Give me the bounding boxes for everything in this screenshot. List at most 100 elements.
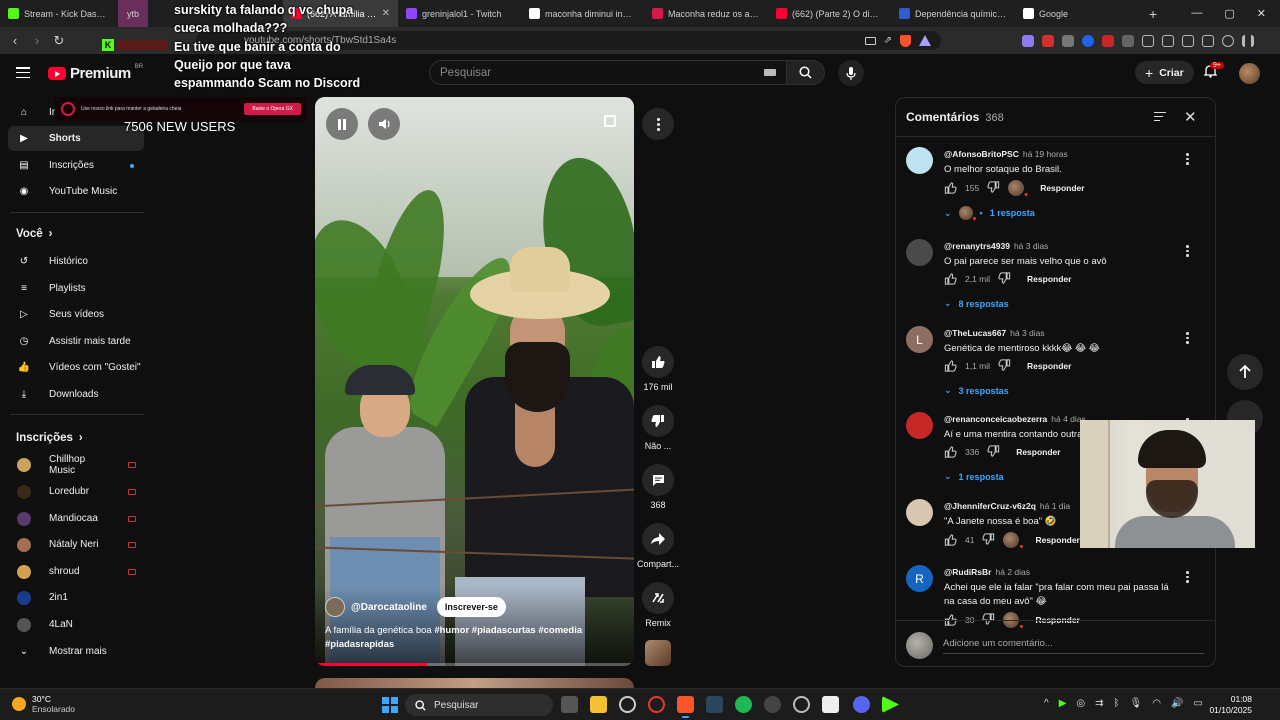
volume-button[interactable]	[368, 108, 400, 140]
volume-icon[interactable]: 🔊	[1171, 698, 1183, 709]
menu-icon[interactable]	[1242, 34, 1254, 47]
extension-icon[interactable]	[1082, 34, 1094, 47]
weather-widget[interactable]: 30°C Ensolarado	[12, 694, 75, 714]
sidebar-item[interactable]: ▷ Seus vídeos	[8, 302, 144, 327]
view-replies-button[interactable]: ⌄ 8 respostas	[944, 298, 1009, 309]
sort-icon[interactable]	[1154, 112, 1166, 122]
thumbs-down-icon[interactable]	[982, 533, 995, 547]
subscriptions-section-header[interactable]: Inscrições ›	[16, 432, 83, 444]
commenter-avatar[interactable]: R	[906, 565, 933, 592]
brave-shield-icon[interactable]	[900, 34, 911, 47]
reload-icon[interactable]: ↻	[48, 33, 70, 49]
subscription-item[interactable]: 2in1	[8, 585, 144, 610]
bluetooth-icon[interactable]: ᛒ	[1114, 698, 1120, 709]
reply-button[interactable]: Responder	[1016, 447, 1060, 457]
thumbs-down-icon[interactable]	[998, 359, 1011, 373]
add-comment-input[interactable]: Adicione um comentário...	[943, 638, 1204, 654]
subscription-item[interactable]: Loredubr	[8, 479, 144, 504]
thumbs-up-icon[interactable]	[944, 273, 957, 285]
sidebar-item[interactable]: ◷ Assistir mais tarde	[8, 329, 144, 354]
notepad-icon[interactable]	[822, 696, 839, 713]
wifi-icon[interactable]: ◠	[1152, 698, 1161, 709]
subscription-item[interactable]: 4LaN	[8, 612, 144, 637]
commenter-avatar[interactable]: L	[906, 326, 933, 353]
commenter-avatar[interactable]	[906, 147, 933, 174]
commenter-avatar[interactable]	[906, 412, 933, 439]
comment-author[interactable]: @TheLucas667	[944, 328, 1006, 338]
voice-search-button[interactable]	[838, 60, 864, 86]
task-view-icon[interactable]	[561, 696, 578, 713]
thumbs-up-icon[interactable]	[944, 534, 957, 546]
comment-time[interactable]: há 3 dias	[1010, 328, 1045, 338]
subscription-item[interactable]: Nátaly Neri	[8, 532, 144, 557]
thumbs-up-icon[interactable]	[944, 446, 957, 458]
fullscreen-icon[interactable]	[604, 115, 616, 127]
comment-author[interactable]: @RudiRsBr	[944, 567, 992, 577]
browser-tab[interactable]: ytb	[118, 0, 148, 27]
taskbar-search[interactable]: Pesquisar	[405, 694, 553, 716]
share-button[interactable]	[642, 523, 674, 555]
create-button[interactable]: + Criar	[1135, 61, 1194, 84]
windows-start-icon[interactable]	[382, 697, 398, 713]
obs-icon[interactable]	[619, 696, 636, 713]
search-button[interactable]	[787, 60, 825, 85]
view-replies-button[interactable]: ⌄ 3 respostas	[944, 385, 1009, 396]
reply-button[interactable]: Responder	[1027, 274, 1071, 284]
subscribe-button[interactable]: Inscrever-se	[436, 597, 506, 617]
sidebar-item[interactable]: ◉ YouTube Music	[8, 179, 144, 204]
reply-button[interactable]: Responder	[1027, 361, 1071, 371]
extension-icon[interactable]	[1102, 34, 1114, 47]
thumbs-down-icon[interactable]	[998, 272, 1011, 286]
video-progress-bar[interactable]	[315, 663, 634, 666]
browser-tab[interactable]: Dependência química: da...	[891, 0, 1015, 27]
extension-icon[interactable]	[1142, 34, 1154, 47]
kick-icon[interactable]	[882, 696, 899, 713]
thumbs-up-icon[interactable]	[944, 182, 957, 194]
forward-icon[interactable]: ›	[26, 33, 48, 48]
view-replies-button[interactable]: ⌄ 1 resposta	[944, 471, 1004, 482]
file-explorer-icon[interactable]	[590, 696, 607, 713]
brave-rewards-icon[interactable]	[919, 35, 931, 46]
sidebar-icon[interactable]	[1182, 34, 1194, 47]
browser-tab[interactable]: greninjalol1 - Twitch	[398, 0, 521, 27]
commenter-avatar[interactable]	[906, 499, 933, 526]
commenter-avatar[interactable]	[906, 239, 933, 266]
puzzle-icon[interactable]	[1122, 34, 1134, 47]
youtube-logo[interactable]: Premium BR	[48, 64, 143, 82]
dislike-button[interactable]	[642, 405, 674, 437]
keyboard-icon[interactable]	[764, 69, 776, 76]
window-minimize-icon[interactable]: —	[1191, 7, 1202, 20]
sidebar-item[interactable]: ⤓ Downloads	[8, 382, 144, 407]
short-video-player[interactable]: @Darocataoline Inscrever-se A família da…	[315, 97, 634, 666]
pause-button[interactable]	[326, 108, 358, 140]
tray-app-icon[interactable]: ⇉	[1095, 698, 1103, 709]
reply-button[interactable]: Responder	[1040, 183, 1084, 193]
more-vert-icon[interactable]	[1186, 332, 1189, 344]
sound-thumbnail[interactable]	[645, 640, 671, 666]
extension-icon[interactable]	[1062, 34, 1074, 47]
opera-gx-icon[interactable]	[648, 696, 665, 713]
comment-author[interactable]: @renanconceicaobezerra	[944, 414, 1047, 424]
show-more-button[interactable]: ⌄ Mostrar mais	[8, 639, 144, 664]
view-replies-button[interactable]: ⌄ • 1 resposta	[944, 206, 1035, 223]
comment-author[interactable]: @renanytrs4939	[944, 241, 1010, 251]
channel-avatar[interactable]	[325, 597, 345, 617]
subscription-item[interactable]: shroud	[8, 559, 144, 584]
sidebar-item[interactable]: ≡ Playlists	[8, 276, 144, 301]
steam-icon[interactable]	[706, 696, 723, 713]
thumbs-down-icon[interactable]	[987, 181, 1000, 195]
like-button[interactable]	[642, 346, 674, 378]
sidebar-item[interactable]: 👍 Vídeos com "Gostei"	[8, 355, 144, 380]
comment-time[interactable]: há 19 horas	[1023, 149, 1068, 159]
more-vert-icon[interactable]	[1186, 245, 1189, 257]
back-icon[interactable]: ‹	[4, 33, 26, 48]
browser-tab[interactable]: Maconha reduz os aciden...	[644, 0, 768, 27]
chevron-up-icon[interactable]: ^	[1044, 698, 1049, 709]
comment-time[interactable]: há 2 dias	[996, 567, 1031, 577]
more-options-button[interactable]	[642, 108, 674, 140]
more-vert-icon[interactable]	[1186, 571, 1189, 583]
taskbar-clock[interactable]: 01:08 01/10/2025	[1202, 694, 1252, 716]
remix-button[interactable]	[642, 582, 674, 614]
vpn-icon[interactable]	[1222, 34, 1234, 47]
window-maximize-icon[interactable]: ▢	[1224, 7, 1234, 20]
